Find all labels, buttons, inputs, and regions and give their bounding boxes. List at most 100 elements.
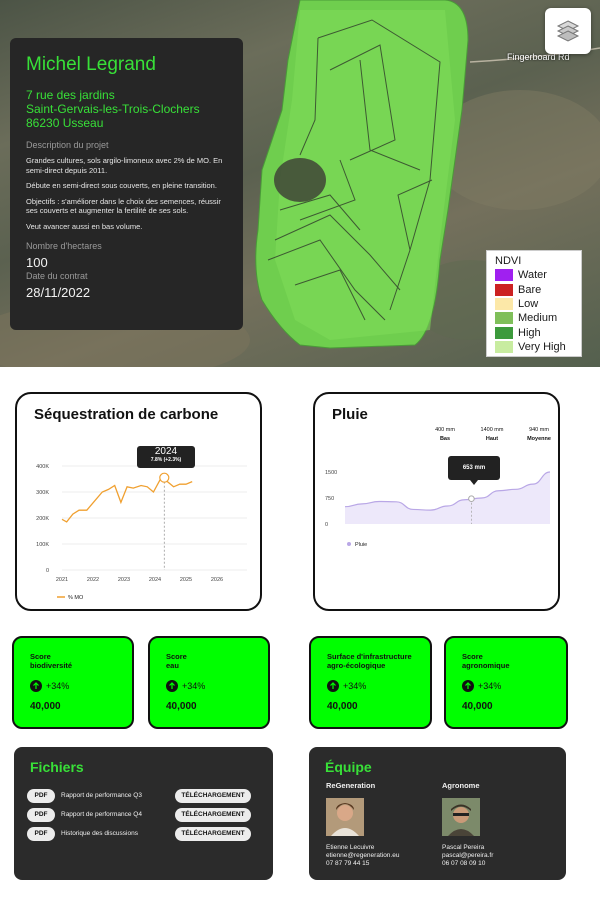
score-trend-value: +34%: [46, 681, 70, 691]
legend-item: Water: [495, 268, 573, 282]
arrow-up-icon: [166, 680, 178, 692]
member-email[interactable]: pascal@pereira.fr: [442, 852, 493, 860]
file-name: Rapport de performance Q4: [61, 811, 142, 818]
satellite-map[interactable]: Fingerboard Rd Michel Legrand 7 rue des …: [0, 0, 600, 367]
carbon-chart-card: Séquestration de carbone 0 100K 200K 300K 40…: [15, 392, 262, 611]
score-trend-value: +34%: [343, 681, 367, 691]
hectares-label: Nombre d'hectares: [26, 241, 102, 251]
legend-item: Bare: [495, 282, 573, 296]
score-title: Score biodiversité: [30, 652, 132, 674]
member-email[interactable]: etienne@regeneration.eu: [326, 852, 399, 860]
legend-label: Water: [518, 269, 547, 282]
x-tick-label: 2022: [87, 577, 99, 583]
pdf-badge: PDF: [27, 807, 55, 822]
rain-chart-card: Pluie 400 mm Bas 1400 mm Haut 940 mm Moy…: [313, 392, 560, 611]
team-panel: Équipe ReGeneration Etienne Lecuivre eti…: [309, 747, 566, 880]
y-tick-label: 750: [325, 496, 334, 502]
description-paragraph: Débute en semi-direct sous couverts, en …: [26, 181, 217, 190]
description-paragraph: Veut avancer aussi en bas volume.: [26, 221, 143, 231]
x-tick-label: 2026: [211, 577, 223, 583]
y-tick-label: 400K: [36, 464, 49, 470]
arrow-up-icon: [462, 680, 474, 692]
y-tick-label: 300K: [36, 490, 49, 496]
layers-button[interactable]: [545, 8, 591, 54]
rain-chart: 0 750 1500 Pluie: [325, 470, 551, 548]
legend-title: NDVI: [495, 255, 522, 267]
y-tick-label: 0: [325, 522, 328, 528]
address-line3: 86230 Usseau: [26, 116, 104, 130]
ndvi-legend: NDVI Water Bare Low Medium High Very Hig…: [486, 250, 582, 357]
y-tick-label: 0: [46, 568, 49, 574]
score-title-line: agronomique: [462, 661, 510, 670]
download-button[interactable]: TÉLÉCHARGEMENT: [175, 788, 251, 803]
score-card-water[interactable]: Score eau +34% 40,000: [148, 636, 270, 729]
score-trend-value: +34%: [478, 681, 502, 691]
legend-item: High: [495, 326, 573, 340]
legend-swatch: [495, 326, 513, 339]
legend-label: Pluie: [355, 542, 367, 548]
carbon-tooltip-year: 2024: [154, 446, 178, 457]
score-value: 40,000: [30, 701, 61, 712]
score-trend: +34%: [166, 680, 268, 692]
avatar: [442, 798, 480, 836]
legend-label: Medium: [518, 312, 558, 325]
score-title-line: Surface d'infrastructure: [327, 652, 412, 661]
highlight-point: [159, 472, 170, 483]
carbon-tooltip: 2024 7.8% (+2.3%): [137, 446, 195, 468]
file-row: PDF Historique des discussions TÉLÉCHARG…: [27, 826, 251, 841]
carbon-tooltip-detail: 7.8% (+2.3%): [150, 457, 182, 463]
score-card-agroecology[interactable]: Surface d'infrastructure agro-écologique…: [309, 636, 432, 729]
score-title: Score agronomique: [462, 652, 566, 674]
highlight-point: [468, 495, 475, 502]
legend-label: Low: [518, 297, 539, 310]
legend-swatch: [495, 283, 513, 296]
project-description: Grandes cultures, sols argilo-limoneux a…: [26, 156, 227, 231]
download-button[interactable]: TÉLÉCHARGEMENT: [175, 826, 251, 841]
score-title-line: Score: [166, 652, 187, 661]
rain-tooltip: 653 mm: [448, 456, 500, 485]
file-name: Rapport de performance Q3: [61, 792, 142, 799]
arrow-up-icon: [30, 680, 42, 692]
score-value: 40,000: [166, 701, 197, 712]
score-title-line: agro-écologique: [327, 661, 386, 670]
legend-label: Very High: [518, 341, 566, 354]
x-tick-label: 2025: [180, 577, 192, 583]
score-title: Score eau: [166, 652, 268, 674]
contract-value: 28/11/2022: [26, 285, 91, 300]
legend-dot: [347, 542, 351, 546]
legend-item: Medium: [495, 311, 573, 325]
file-row: PDF Rapport de performance Q4 TÉLÉCHARGE…: [27, 807, 251, 822]
y-tick-label: 200K: [36, 516, 49, 522]
x-tick-label: 2021: [56, 577, 68, 583]
y-tick-label: 100K: [36, 542, 49, 548]
layers-icon: [556, 20, 580, 42]
carbon-chart: 0 100K 200K 300K 400K 2021 2022 2023 2024 2025 202…: [36, 464, 247, 601]
team-member: ReGeneration Etienne Lecuivre etienne@re…: [326, 781, 399, 868]
score-title-line: eau: [166, 661, 179, 670]
score-title-line: Score: [30, 652, 51, 661]
description-paragraph: Objectifs : s'améliorer dans le choix de…: [26, 196, 221, 216]
member-org: ReGeneration: [326, 781, 376, 790]
member-phone: 07 87 79 44 15: [326, 860, 370, 867]
address-line1: 7 rue des jardins: [26, 88, 115, 102]
download-button[interactable]: TÉLÉCHARGEMENT: [175, 807, 251, 822]
pdf-badge: PDF: [27, 788, 55, 803]
farm-info-card: Michel Legrand 7 rue des jardins Saint-G…: [10, 38, 243, 330]
member-org: Agronome: [442, 781, 480, 790]
score-trend: +34%: [462, 680, 566, 692]
file-name: Historique des discussions: [61, 830, 138, 837]
score-title-line: biodiversité: [30, 661, 73, 670]
files-panel: Fichiers PDF Rapport de performance Q3 T…: [14, 747, 273, 880]
farmer-name: Michel Legrand: [26, 54, 156, 75]
legend-swatch: [495, 269, 513, 282]
score-trend: +34%: [30, 680, 132, 692]
score-value: 40,000: [462, 701, 493, 712]
score-title-line: Score: [462, 652, 483, 661]
score-card-biodiversity[interactable]: Score biodiversité +34% 40,000: [12, 636, 134, 729]
legend-label: High: [518, 326, 541, 339]
legend-label: % MO: [68, 595, 84, 601]
member-name: Etienne Lecuivre: [326, 844, 375, 851]
member-name: Pascal Pereira: [442, 844, 485, 851]
files-title: Fichiers: [30, 759, 84, 775]
score-card-agronomy[interactable]: Score agronomique +34% 40,000: [444, 636, 568, 729]
